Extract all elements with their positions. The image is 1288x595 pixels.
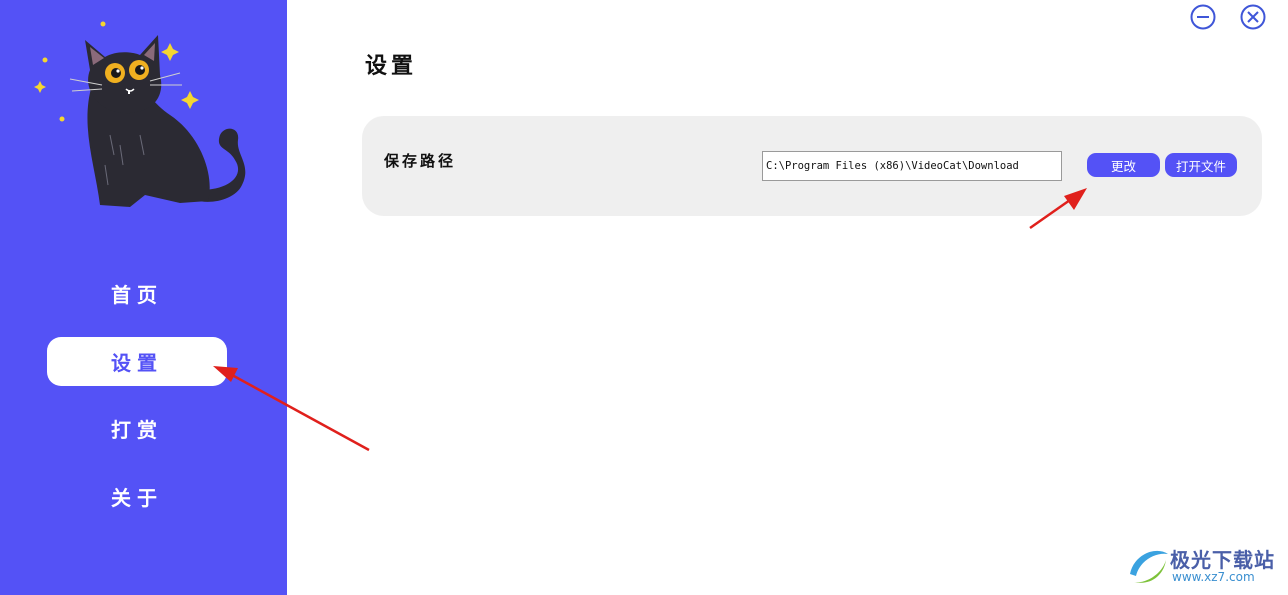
- close-circle-icon[interactable]: [1239, 3, 1267, 31]
- watermark: 极光下载站 www.xz7.com: [1126, 540, 1286, 592]
- sidebar-item-home[interactable]: 首页: [47, 269, 227, 318]
- watermark-url: www.xz7.com: [1172, 570, 1255, 584]
- save-path-input[interactable]: [762, 151, 1062, 181]
- sidebar-item-tip[interactable]: 打赏: [47, 404, 227, 453]
- watermark-name: 极光下载站: [1170, 548, 1275, 572]
- save-path-card: 保存路径 更改 打开文件: [362, 116, 1262, 216]
- sidebar-item-about[interactable]: 关于: [47, 472, 227, 521]
- watermark-logo-icon: [1130, 550, 1168, 583]
- save-path-label: 保存路径: [384, 152, 457, 170]
- page-title: 设置: [365, 53, 418, 79]
- minimize-circle-icon[interactable]: [1189, 3, 1217, 31]
- sidebar-item-settings[interactable]: 设置: [47, 337, 227, 386]
- open-folder-button[interactable]: 打开文件: [1165, 153, 1237, 177]
- sidebar: 首页 设置 打赏 关于: [0, 0, 287, 595]
- change-path-button[interactable]: 更改: [1087, 153, 1160, 177]
- cat-logo: [34, 21, 246, 207]
